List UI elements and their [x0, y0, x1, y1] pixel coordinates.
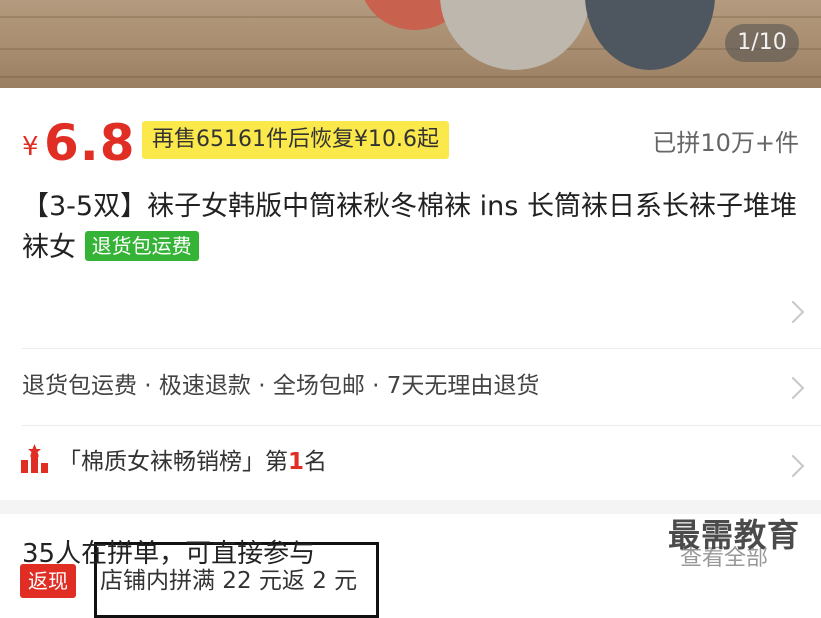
- chevron-right-icon: [781, 376, 805, 400]
- watermark: 最需教育: [668, 516, 801, 554]
- promo-banner: 再售65161件后恢复¥10.6起: [142, 121, 449, 159]
- group-buy-text: 35人在拼单，可直接参与: [22, 539, 316, 569]
- sock-gray: [440, 0, 590, 70]
- sold-count: 已拼10万+件: [652, 129, 799, 157]
- chevron-right-icon: [781, 300, 805, 324]
- ranking-text: 「棉质女袜畅销榜」第1名: [58, 444, 327, 480]
- price-amount: 6.8: [44, 114, 136, 172]
- services-row[interactable]: 退货包运费 · 极速退款 · 全场包邮 · 7天无理由退货: [0, 349, 821, 425]
- product-title: 【3-5双】袜子女韩版中筒袜秋冬棉袜 ins 长筒袜日系长袜子堆堆袜女 退货包运…: [22, 186, 802, 268]
- cashback-row[interactable]: 返现 店铺内拼满 22 元返 2 元: [0, 271, 821, 618]
- ranking-suffix: 名: [304, 449, 328, 475]
- free-return-tag: 退货包运费: [84, 231, 199, 261]
- price-row: ¥ 6.8 再售65161件后恢复¥10.6起 已拼10万+件: [0, 108, 821, 172]
- ranking-bars-icon: [21, 444, 48, 473]
- wood-grain-line: [0, 76, 821, 78]
- ranking-number: 1: [288, 449, 305, 475]
- currency-symbol: ¥: [22, 132, 39, 162]
- sock-navy: [585, 0, 715, 70]
- chevron-right-icon: [781, 454, 805, 478]
- services-text: 退货包运费 · 极速退款 · 全场包邮 · 7天无理由退货: [22, 373, 540, 399]
- product-image-gallery[interactable]: 1/10: [0, 0, 821, 88]
- image-pager: 1/10: [725, 24, 799, 62]
- ranking-row[interactable]: 「棉质女袜畅销榜」第1名: [0, 426, 821, 500]
- wood-grain-line: [0, 48, 821, 50]
- ranking-prefix: 「棉质女袜畅销榜」第: [58, 449, 288, 475]
